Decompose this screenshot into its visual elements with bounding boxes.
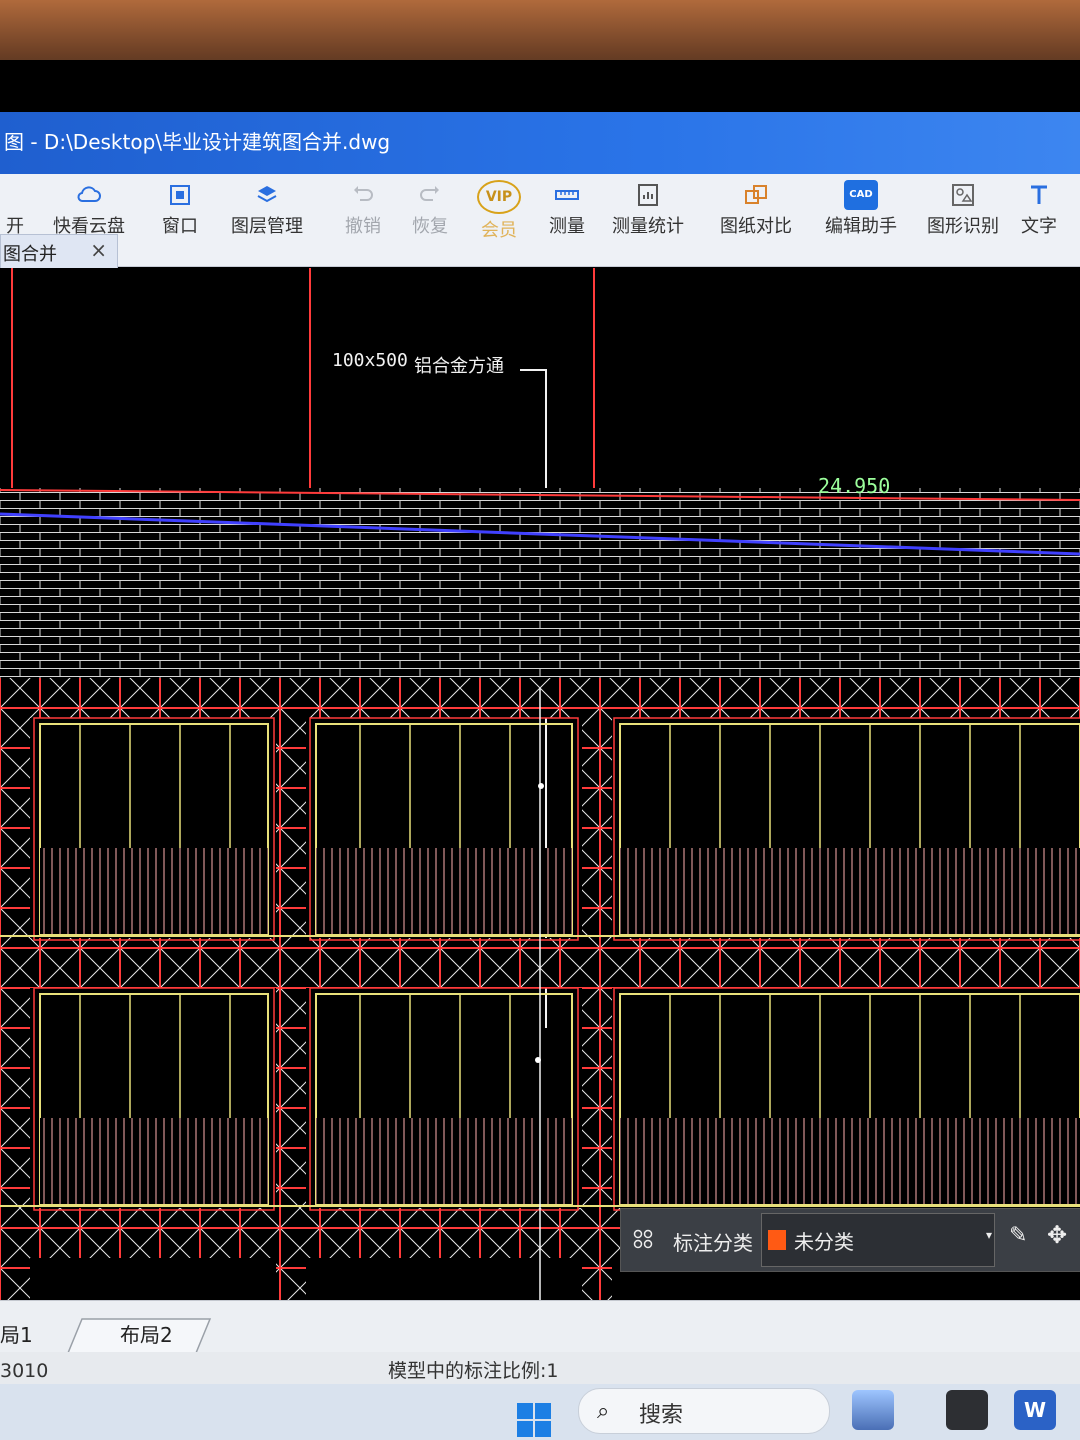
task-view-icon[interactable] [946,1390,988,1430]
taskbar: ⌕ 搜索 W [0,1384,1080,1440]
tool-label: 测量统计 [612,216,684,237]
undo-button[interactable]: 撤销 [340,174,386,266]
text-icon [1031,185,1047,204]
cloud-icon [77,186,101,202]
measure-stats-icon [638,184,658,206]
coordinate-readout: 3010 [0,1360,49,1382]
word-app-icon[interactable]: W [1014,1390,1056,1430]
tab-label: 布局2 [120,1323,173,1347]
cad-drawing [0,268,1080,1308]
tool-label: 图层管理 [231,216,303,237]
window-icon [170,185,190,205]
tool-label: 图纸对比 [720,216,792,237]
open-icon [2,182,28,208]
taskbar-search[interactable]: ⌕ 搜索 [578,1388,830,1434]
compare-icon [745,185,767,204]
shape-recognition-icon [952,184,974,206]
layers-icon [257,186,277,203]
category-color-swatch [768,1230,786,1250]
vip-icon: VIP [477,180,521,214]
tab-layout1[interactable]: 局1 [0,1311,70,1351]
window-button[interactable]: 窗口 [156,174,204,266]
shape-recognition-button[interactable]: 图形识别 [926,174,1000,266]
windows-start-icon[interactable] [516,1402,552,1438]
chevron-down-icon: ▾ [985,1228,992,1242]
tool-label: 图形识别 [927,216,999,237]
edit-assistant-icon: CAD [844,180,878,210]
document-tab-label: 图合并 [3,244,57,265]
close-icon[interactable]: × [90,238,107,262]
window-title: 图 - D:\Desktop\毕业设计建筑图合并.dwg [4,130,391,154]
search-label: 搜索 [639,1403,684,1428]
tool-label: 撤销 [345,216,381,237]
measure-stats-button[interactable]: 测量统计 [608,174,688,266]
ribbon-toolbar: 开 快看云盘 窗口 图层管理 撤销 恢复 VIP 会员 测量 测量统计 图纸对比… [0,174,1080,267]
measure-icon [555,190,579,200]
widgets-icon[interactable] [852,1390,894,1430]
tab-layout2[interactable]: 布局2 [100,1311,210,1351]
vip-button[interactable]: VIP 会员 [474,174,524,266]
redo-button[interactable]: 恢复 [408,174,452,266]
layer-manager-button[interactable]: 图层管理 [224,174,310,266]
title-bar: 图 - D:\Desktop\毕业设计建筑图合并.dwg [0,112,1080,174]
tool-label: 文字 [1021,216,1057,237]
annotation-material: 铝合金方通 [414,356,504,377]
tool-label: 编辑助手 [825,216,897,237]
selected-category: 未分类 [794,1230,854,1254]
undo-icon [354,186,373,201]
annotation-category-label: 标注分类 [673,1231,753,1255]
search-icon: ⌕ [597,1399,610,1424]
drawing-canvas[interactable]: 100x500 铝合金方通 24.950 [0,268,1080,1308]
annotation-size: 100x500 [332,350,408,371]
measure-button[interactable]: 测量 [544,174,590,266]
annotation-toolbar: 标注分类 未分类 ▾ ✎ ✥ [620,1208,1080,1272]
edit-icon[interactable]: ✎ [1009,1223,1027,1248]
tool-label: 会员 [481,220,517,241]
tool-label: 测量 [549,216,585,237]
text-button[interactable]: 文字 [1018,174,1060,266]
move-icon[interactable]: ✥ [1047,1221,1067,1249]
tab-label: 局1 [0,1323,33,1347]
grid-icon[interactable] [633,1229,653,1249]
tool-label: 窗口 [162,216,198,237]
edit-assistant-button[interactable]: CAD 编辑助手 [822,174,900,266]
annotation-category-select[interactable]: 未分类 ▾ [761,1213,995,1267]
tool-label: 恢复 [412,216,448,237]
elevation-label: 24.950 [818,474,891,498]
redo-icon [420,186,439,201]
annotation-scale-text: 模型中的标注比例:1 [388,1360,559,1382]
document-tab[interactable]: 图合并 × [0,234,118,270]
drawing-compare-button[interactable]: 图纸对比 [716,174,796,266]
